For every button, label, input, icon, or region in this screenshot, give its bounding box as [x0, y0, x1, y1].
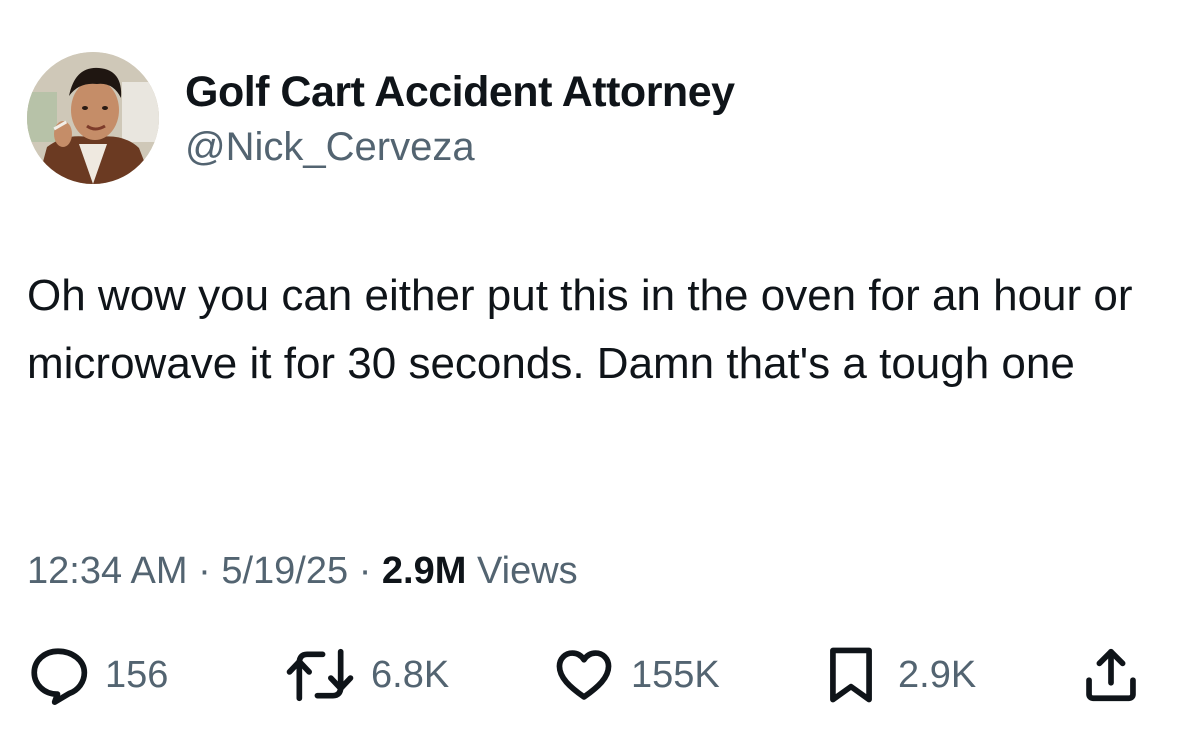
avatar-photo [27, 52, 159, 184]
repost-icon [286, 648, 354, 702]
reply-button[interactable]: 156 [27, 640, 168, 710]
bookmark-count: 2.9K [898, 654, 977, 696]
avatar[interactable] [27, 52, 159, 184]
tweet-date[interactable]: 5/19/25 [221, 550, 348, 592]
bookmark-button[interactable]: 2.9K [820, 640, 976, 710]
meta-separator: · [187, 550, 222, 592]
reply-count: 156 [105, 654, 169, 696]
action-bar: 156 6.8K 155K 2.9K [0, 640, 1179, 710]
repost-count: 6.8K [371, 654, 450, 696]
heart-icon [556, 650, 612, 700]
like-count: 155K [631, 654, 720, 696]
repost-button[interactable]: 6.8K [285, 640, 449, 710]
tweet-meta: 12:34 AM · 5/19/25 · 2.9M Views [27, 546, 578, 596]
share-button[interactable] [1080, 640, 1142, 710]
like-button[interactable]: 155K [553, 640, 720, 710]
share-icon [1086, 648, 1136, 702]
author-handle[interactable]: @Nick_Cerveza [185, 124, 475, 170]
bookmark-icon [830, 647, 872, 703]
reply-icon [31, 648, 88, 705]
meta-separator: · [348, 550, 382, 592]
author-display-name[interactable]: Golf Cart Accident Attorney [185, 68, 735, 116]
views-label: Views [466, 550, 578, 592]
tweet-time[interactable]: 12:34 AM [27, 550, 188, 592]
tweet-text: Oh wow you can either put this in the ov… [27, 271, 1133, 388]
views-count[interactable]: 2.9M [382, 550, 466, 592]
